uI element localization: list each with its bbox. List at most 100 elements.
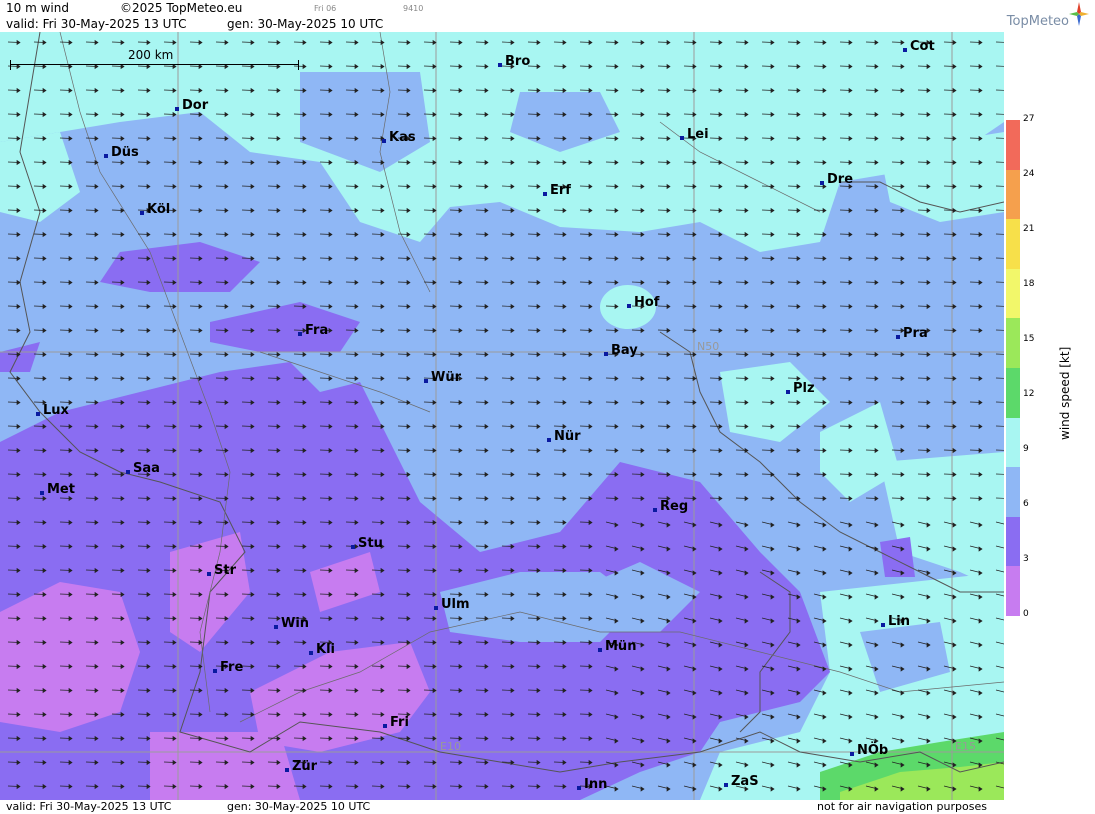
city-marker — [881, 623, 885, 627]
city-marker — [207, 572, 211, 576]
city-marker — [680, 136, 684, 140]
city-marker — [309, 651, 313, 655]
footer-notice: not for air navigation purposes — [817, 800, 987, 813]
city-marker — [383, 724, 387, 728]
city-marker — [627, 304, 631, 308]
grid-label-lon-e15: E15 — [955, 740, 976, 753]
city-label: Erf — [543, 183, 571, 198]
grid-label-lon-e10: E10 — [440, 740, 461, 753]
city-label: Nür — [547, 429, 581, 444]
wind-speed-legend — [1006, 120, 1020, 617]
legend-color-band — [1006, 120, 1020, 171]
city-label: Win — [274, 616, 309, 631]
legend-tick-label: 6 — [1023, 499, 1029, 509]
city-marker — [896, 335, 900, 339]
legend-tick-label: 3 — [1023, 554, 1029, 564]
legend-color-band — [1006, 566, 1020, 617]
city-marker — [850, 752, 854, 756]
city-label: Str — [207, 563, 236, 578]
grid-label-lat: N50 — [697, 340, 720, 353]
city-marker — [653, 508, 657, 512]
generated-time: gen: 30-May-2025 10 UTC — [227, 17, 384, 31]
city-marker — [104, 154, 108, 158]
legend-color-band — [1006, 467, 1020, 518]
city-marker — [434, 606, 438, 610]
city-label: Bro — [498, 54, 530, 69]
scale-bar: 200 km — [10, 48, 300, 70]
city-label: Hof — [627, 295, 659, 310]
legend-tick-label: 12 — [1023, 389, 1035, 399]
city-marker — [786, 390, 790, 394]
compass-icon — [1069, 2, 1089, 26]
legend-color-band — [1006, 417, 1020, 468]
city-label: Kli — [309, 642, 335, 657]
copyright: ©2025 TopMeteo.eu — [120, 1, 243, 15]
legend-tick-label: 15 — [1023, 334, 1035, 344]
legend-color-band — [1006, 516, 1020, 567]
city-marker — [598, 648, 602, 652]
legend-color-band — [1006, 368, 1020, 419]
city-marker — [547, 438, 551, 442]
city-marker — [604, 352, 608, 356]
city-label: Wür — [424, 370, 461, 385]
city-label: Fra — [298, 323, 328, 338]
footer-generated: gen: 30-May-2025 10 UTC — [227, 800, 371, 813]
city-label: Saa — [126, 461, 160, 476]
topmeteo-logo: TopMeteo — [985, 0, 1095, 32]
footer-valid: valid: Fri 30-May-2025 13 UTC — [6, 800, 172, 813]
legend-color-band — [1006, 169, 1020, 220]
city-label: Lux — [36, 403, 69, 418]
city-label: Stu — [351, 536, 383, 551]
city-marker — [820, 181, 824, 185]
city-label: Kas — [382, 130, 416, 145]
city-label: Dor — [175, 98, 208, 113]
city-label: Reg — [653, 499, 688, 514]
legend-tick-label: 24 — [1023, 169, 1035, 179]
city-label: Mün — [598, 639, 636, 654]
city-marker — [40, 491, 44, 495]
city-marker — [298, 332, 302, 336]
city-label: Lei — [680, 127, 709, 142]
map-header: 10 m wind ©2025 TopMeteo.eu Fri 06 9410 … — [0, 0, 1004, 32]
wind-map[interactable]: 200 km N50 E10 E15 Mün Bro Cot Dor Kas Lei Düs… — [0, 32, 1004, 800]
city-marker — [285, 768, 289, 772]
city-label: Inn — [577, 777, 607, 792]
city-label: Lin — [881, 614, 910, 629]
city-label: Fre — [213, 660, 243, 675]
city-marker — [382, 139, 386, 143]
city-marker — [498, 63, 502, 67]
legend-title: wind speed [kt] — [1058, 346, 1072, 440]
city-marker — [424, 379, 428, 383]
city-label: Plz — [786, 381, 815, 396]
legend-tick-label: 9 — [1023, 444, 1029, 454]
city-marker — [274, 625, 278, 629]
city-marker — [140, 211, 144, 215]
product-title: 10 m wind — [6, 1, 69, 15]
legend-tick-label: 27 — [1023, 114, 1035, 124]
city-marker — [724, 783, 728, 787]
city-marker — [126, 470, 130, 474]
city-label: Cot — [903, 39, 935, 54]
legend-tick-label: 21 — [1023, 224, 1035, 234]
city-label: Pra — [896, 326, 928, 341]
day-code: Fri 06 — [314, 4, 337, 13]
legend-tick-label: 0 — [1023, 609, 1029, 619]
valid-time: valid: Fri 30-May-2025 13 UTC — [6, 17, 187, 31]
city-label: Düs — [104, 145, 139, 160]
city-label: Bay — [604, 343, 638, 358]
city-label: NÖb — [850, 743, 888, 758]
city-marker — [175, 107, 179, 111]
legend-color-band — [1006, 219, 1020, 270]
legend-color-band — [1006, 268, 1020, 319]
run-code: 9410 — [403, 4, 424, 13]
legend-color-band — [1006, 318, 1020, 369]
city-label: Köl — [140, 202, 170, 217]
city-marker — [36, 412, 40, 416]
city-label: Zür — [285, 759, 317, 774]
city-label: ZaS — [724, 774, 759, 789]
city-label: Met — [40, 482, 75, 497]
city-marker — [543, 192, 547, 196]
city-label: Ulm — [434, 597, 470, 612]
city-marker — [903, 48, 907, 52]
city-label: Dre — [820, 172, 853, 187]
